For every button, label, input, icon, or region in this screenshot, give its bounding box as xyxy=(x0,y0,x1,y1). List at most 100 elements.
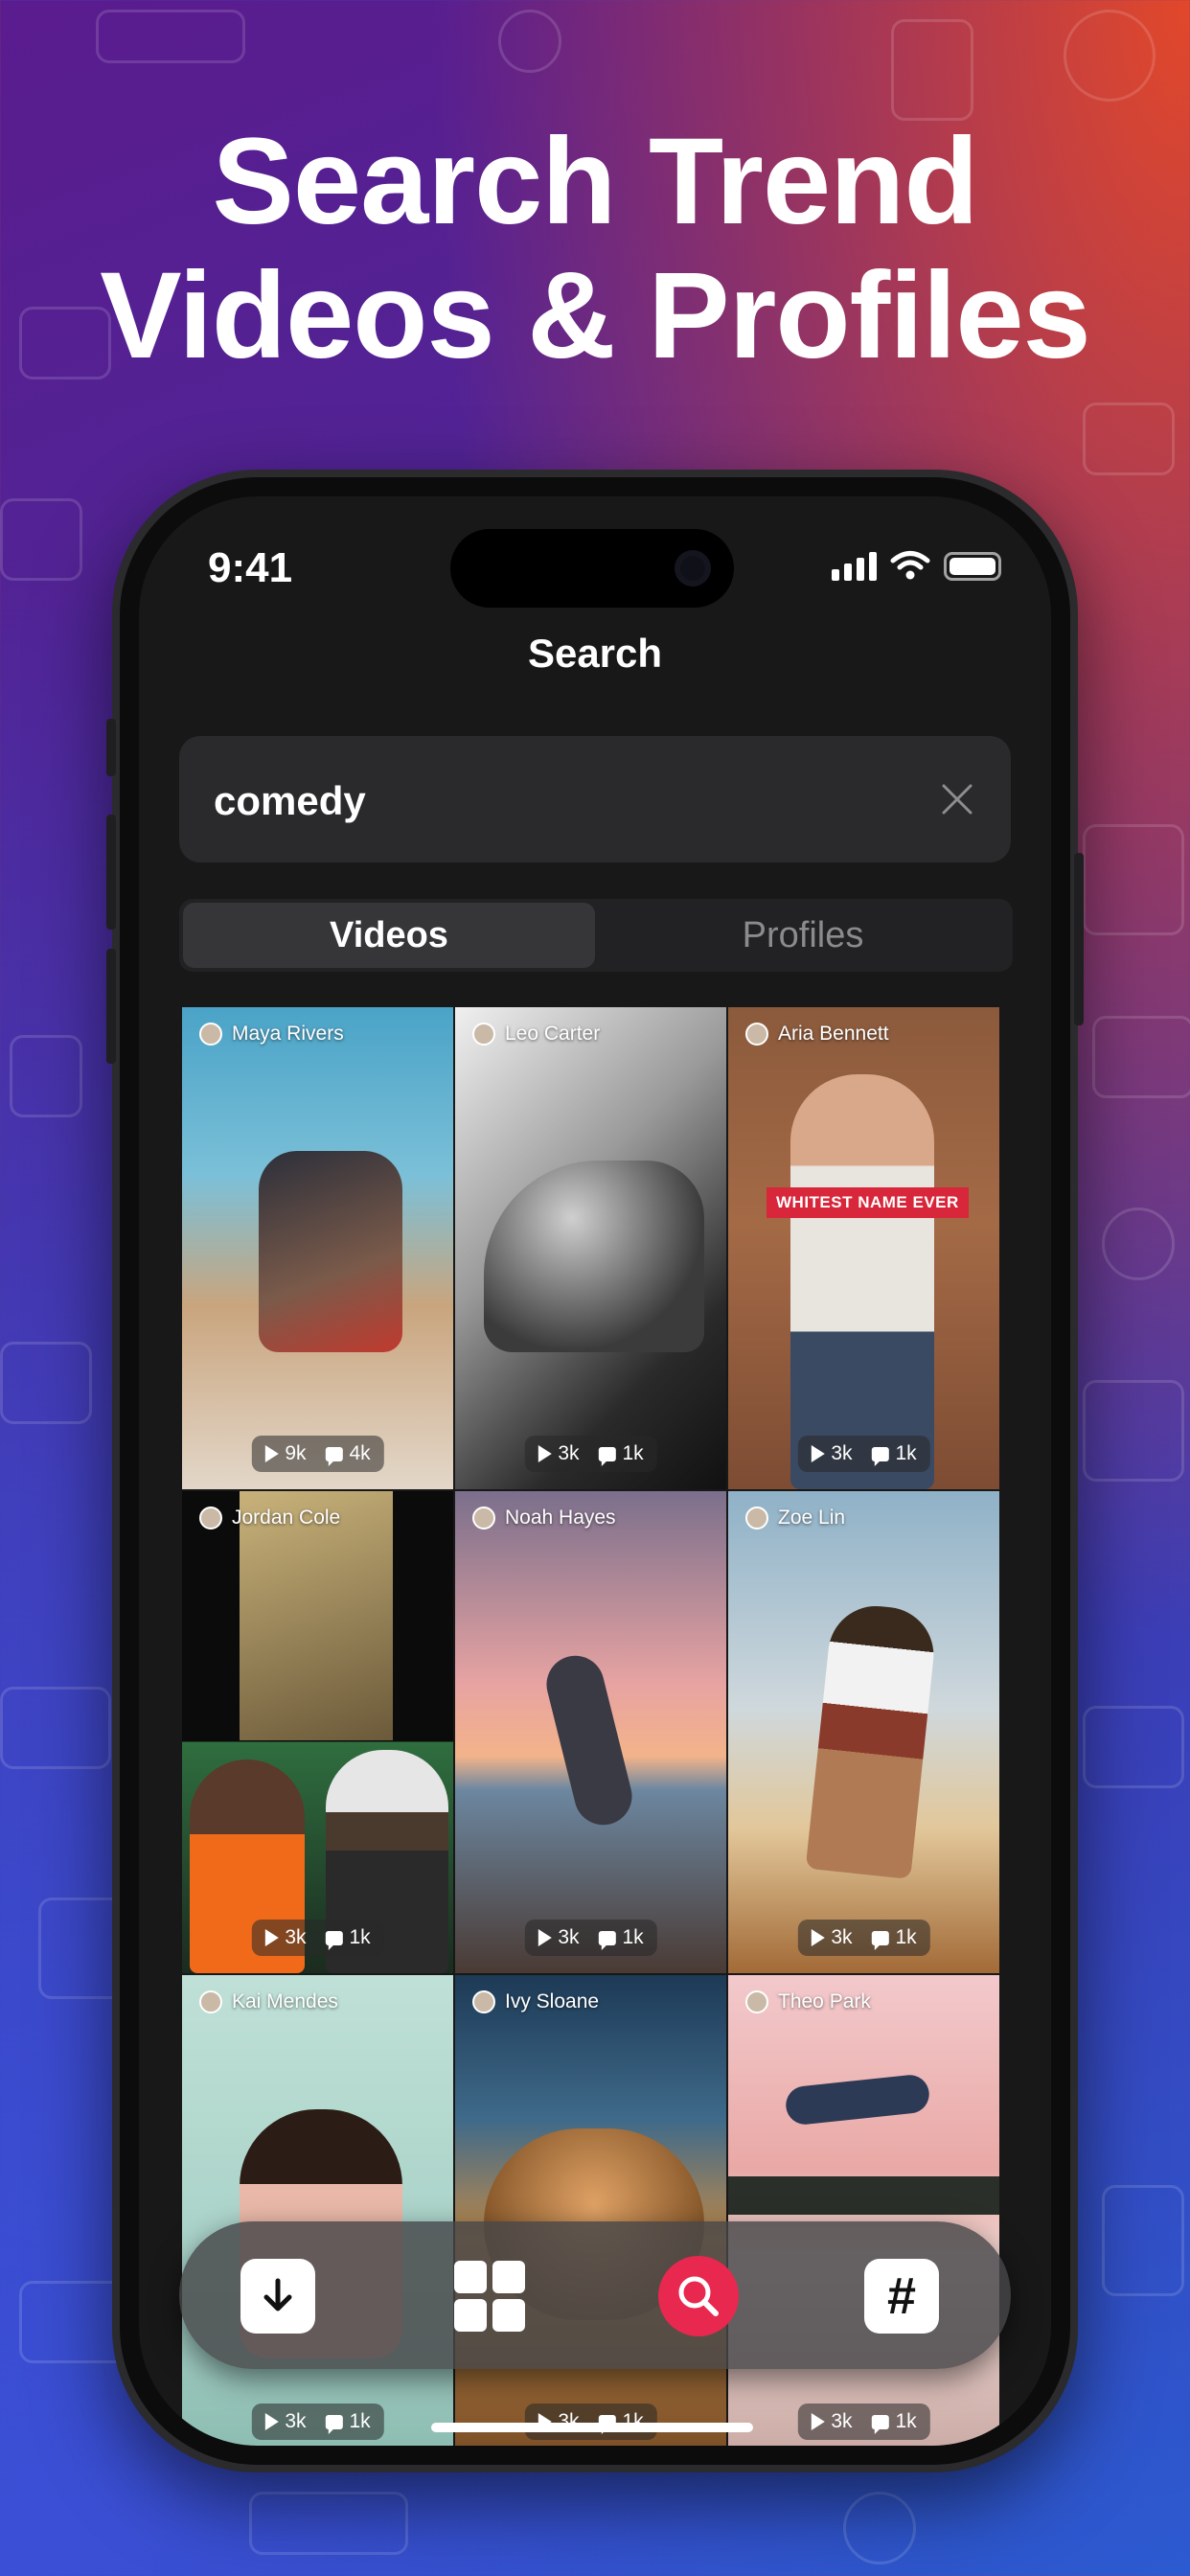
video-stats: 3k 1k xyxy=(524,2404,657,2440)
comment-icon xyxy=(325,2414,343,2434)
phone-side-button xyxy=(1074,853,1084,1025)
phone-side-button xyxy=(106,815,116,930)
avatar xyxy=(472,1023,495,1046)
play-icon xyxy=(538,1445,552,1462)
comment-icon xyxy=(598,1930,616,1950)
doodle-icon xyxy=(1083,1706,1184,1788)
hashtag-icon: # xyxy=(886,2267,917,2325)
avatar xyxy=(745,1023,768,1046)
video-tile[interactable]: Noah Hayes 3k 1k xyxy=(455,1491,726,1973)
video-tile[interactable]: Leo Carter 3k 1k xyxy=(455,1007,726,1489)
video-tile[interactable]: Zoe Lin 3k 1k xyxy=(728,1491,999,1973)
download-button[interactable] xyxy=(240,2259,315,2334)
doodle-icon xyxy=(1092,1016,1190,1098)
play-icon xyxy=(811,2413,825,2430)
author-name: Noah Hayes xyxy=(505,1506,616,1529)
comment-count: 1k xyxy=(895,2410,917,2432)
wifi-icon xyxy=(890,551,930,580)
video-stats: 3k 1k xyxy=(251,2404,384,2440)
avatar xyxy=(199,1023,222,1046)
video-thumbnail xyxy=(784,2073,931,2127)
doodle-icon xyxy=(1064,10,1156,102)
avatar xyxy=(472,1990,495,2013)
camera-icon xyxy=(675,550,711,586)
search-input[interactable]: comedy xyxy=(214,778,366,824)
author-name: Zoe Lin xyxy=(778,1506,846,1529)
video-author: Maya Rivers xyxy=(199,1023,344,1046)
video-stats: 3k 1k xyxy=(797,1436,930,1472)
avatar xyxy=(199,1990,222,2013)
clear-icon[interactable] xyxy=(938,780,976,818)
tab-videos[interactable]: Videos xyxy=(183,903,595,968)
doodle-icon xyxy=(0,1342,92,1424)
video-author: Noah Hayes xyxy=(472,1506,616,1530)
author-name: Theo Park xyxy=(778,1990,871,2012)
avatar xyxy=(472,1506,495,1530)
video-tile[interactable]: Ivy Sloane 3k 1k xyxy=(455,1975,726,2446)
app-screen: 9:41 Search comedy Videos Profiles Maya … xyxy=(139,496,1051,2446)
promo-headline: Search Trend Videos & Profiles xyxy=(0,115,1190,383)
view-count: 3k xyxy=(285,2410,307,2432)
doodle-icon xyxy=(1083,402,1175,475)
play-icon xyxy=(811,1445,825,1462)
doodle-icon xyxy=(1102,1208,1175,1280)
video-tile[interactable]: WHITEST NAME EVER Aria Bennett 3k 1k xyxy=(728,1007,999,1489)
phone-side-button xyxy=(106,719,116,776)
video-author: Aria Bennett xyxy=(745,1023,889,1046)
comment-icon xyxy=(598,1446,616,1466)
video-tile[interactable]: Kai Mendes 3k 1k xyxy=(182,1975,453,2446)
comment-icon xyxy=(325,1446,343,1466)
video-author: Theo Park xyxy=(745,1990,871,2013)
doodle-icon xyxy=(1083,824,1184,935)
comment-icon xyxy=(325,1930,343,1950)
grid-icon xyxy=(454,2261,525,2332)
video-tile[interactable]: Jordan Cole 3k 1k xyxy=(182,1491,453,1973)
video-thumbnail xyxy=(805,1601,939,1879)
video-thumbnail xyxy=(790,1074,934,1489)
avatar xyxy=(199,1506,222,1530)
play-icon xyxy=(264,1929,279,1946)
phone-side-button xyxy=(106,949,116,1064)
doodle-icon xyxy=(10,1035,82,1117)
view-count: 9k xyxy=(285,1442,307,1464)
author-name: Maya Rivers xyxy=(232,1023,344,1045)
doodle-icon xyxy=(0,1687,111,1769)
tab-profiles[interactable]: Profiles xyxy=(597,903,1009,968)
play-icon xyxy=(264,2413,279,2430)
video-thumbnail xyxy=(540,1649,638,1831)
segmented-tabs: Videos Profiles xyxy=(179,899,1013,972)
search-field[interactable]: comedy xyxy=(179,736,1011,862)
search-icon xyxy=(678,2276,719,2316)
home-indicator xyxy=(431,2423,753,2432)
grid-button[interactable] xyxy=(452,2259,527,2334)
video-author: Kai Mendes xyxy=(199,1990,338,2013)
video-stats: 9k 4k xyxy=(251,1436,384,1472)
comment-count: 4k xyxy=(349,1442,371,1464)
video-stats: 3k 1k xyxy=(524,1436,657,1472)
author-name: Jordan Cole xyxy=(232,1506,341,1529)
video-tile[interactable]: Theo Park 3k 1k xyxy=(728,1975,999,2446)
video-stats: 3k 1k xyxy=(797,1920,930,1956)
doodle-icon xyxy=(843,2492,916,2564)
author-name: Leo Carter xyxy=(505,1023,601,1045)
search-button[interactable] xyxy=(658,2256,739,2336)
status-icons xyxy=(832,550,1001,581)
bottom-nav: # xyxy=(179,2221,1011,2369)
video-author: Leo Carter xyxy=(472,1023,600,1046)
comment-icon xyxy=(871,2414,889,2434)
author-name: Ivy Sloane xyxy=(505,1990,600,2012)
video-tile[interactable]: Maya Rivers 9k 4k xyxy=(182,1007,453,1489)
video-thumbnail xyxy=(728,2176,999,2215)
view-count: 3k xyxy=(558,1926,580,1948)
avatar xyxy=(745,1990,768,2013)
doodle-icon xyxy=(498,10,561,73)
author-name: Aria Bennett xyxy=(778,1023,889,1045)
hashtag-button[interactable]: # xyxy=(864,2259,939,2334)
doodle-icon xyxy=(249,2492,408,2555)
doodle-icon xyxy=(891,19,973,121)
play-icon xyxy=(811,1929,825,1946)
doodle-icon xyxy=(1083,1380,1184,1482)
video-stats: 3k 1k xyxy=(251,1920,384,1956)
play-icon xyxy=(538,1929,552,1946)
comment-count: 1k xyxy=(622,1442,644,1464)
